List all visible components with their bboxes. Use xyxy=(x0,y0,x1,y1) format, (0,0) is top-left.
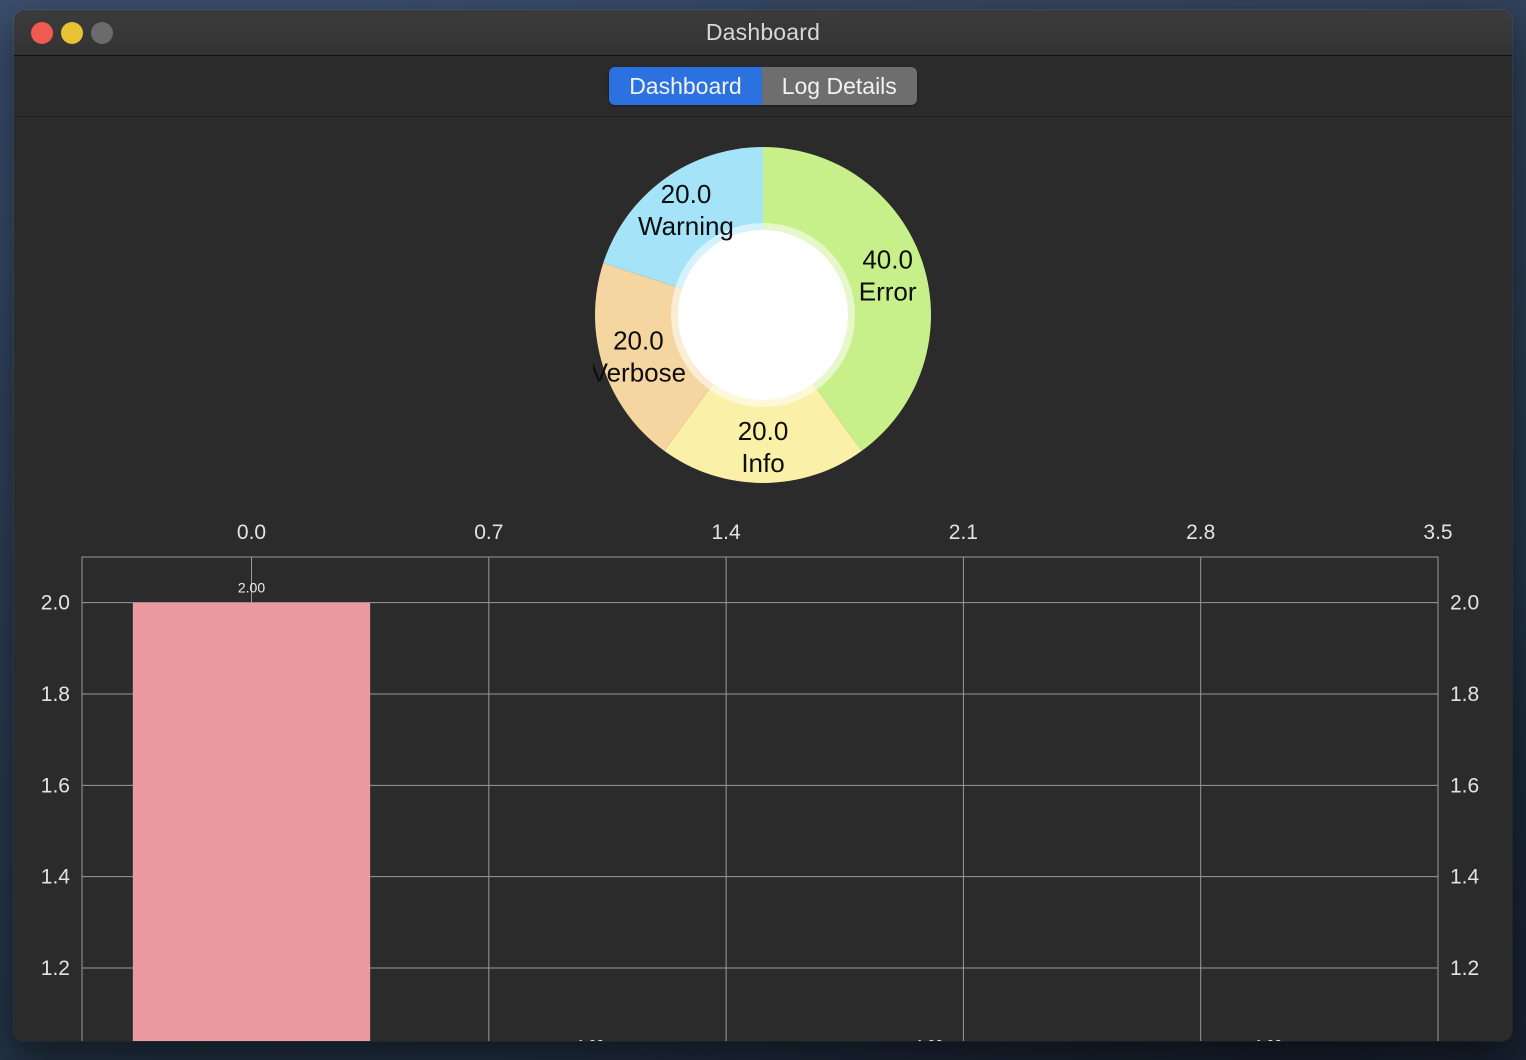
log-level-donut-chart: 40.0 Error 20.0 Info 20.0 Verbose 20.0 Warning xyxy=(593,145,933,485)
tab-bar: Dashboard Log Details xyxy=(14,56,1512,117)
bar-value-verbose: 1.00 xyxy=(916,1036,943,1041)
y-tick-label-left: 2.0 xyxy=(41,592,70,615)
segmented-tab-control: Dashboard Log Details xyxy=(609,67,917,105)
donut-label-info: Info xyxy=(741,448,784,478)
y-axis-tick-labels-right: 1.01.21.41.61.82.0 xyxy=(1450,592,1480,980)
y-tick-label-right: 1.4 xyxy=(1450,866,1480,889)
donut-chart-panel: 40.0 Error 20.0 Info 20.0 Verbose 20.0 Warning xyxy=(14,117,1512,517)
donut-label-error: Error xyxy=(859,277,917,307)
x-tick-label: 1.4 xyxy=(711,521,741,544)
y-tick-label-right: 1.6 xyxy=(1450,774,1479,797)
y-axis-tick-labels-left: 1.01.21.41.61.82.0 xyxy=(41,592,71,980)
bar-value-error: 2.00 xyxy=(238,580,265,596)
minimize-window-button[interactable] xyxy=(61,21,83,44)
window-controls xyxy=(31,21,113,44)
tab-log-details[interactable]: Log Details xyxy=(761,67,917,105)
x-tick-label: 0.0 xyxy=(237,521,266,544)
dashboard-content: 40.0 Error 20.0 Info 20.0 Verbose 20.0 Warning … xyxy=(14,117,1512,1041)
x-tick-label: 3.5 xyxy=(1423,521,1452,544)
log-level-bar-chart: 0.00.71.42.12.83.5 1.01.21.41.61.82.0 1.… xyxy=(14,515,1512,1041)
x-tick-label: 2.1 xyxy=(949,521,978,544)
donut-label-warning: Warning xyxy=(638,211,734,241)
x-tick-label: 0.7 xyxy=(474,521,503,544)
tab-dashboard[interactable]: Dashboard xyxy=(609,67,762,105)
bars xyxy=(132,602,371,1041)
bar-value-warning: 1.00 xyxy=(1255,1036,1282,1041)
donut-value-verbose: 20.0 xyxy=(613,325,664,355)
app-window: Dashboard Dashboard Log Details 40.0 Erro… xyxy=(14,10,1512,1041)
y-tick-label-right: 1.2 xyxy=(1450,957,1479,980)
maximize-window-button[interactable] xyxy=(91,21,113,44)
bar-chart-svg: 0.00.71.42.12.83.5 1.01.21.41.61.82.0 1.… xyxy=(41,521,1480,1041)
bar-value-info: 1.00 xyxy=(577,1036,604,1041)
donut-svg: 40.0Error20.0Info20.0Verbose20.0Warning xyxy=(593,147,932,483)
x-tick-label: 2.8 xyxy=(1186,521,1215,544)
x-axis-tick-labels: 0.0 0.7 1.4 2.1 2.8 3.5 xyxy=(237,521,1453,544)
bar-error[interactable] xyxy=(132,602,371,1041)
bar-value-labels: 2.00 1.00 1.00 1.00 xyxy=(238,580,1282,1041)
title-bar: Dashboard xyxy=(14,10,1512,56)
y-tick-label-left: 1.6 xyxy=(41,774,70,797)
donut-value-error: 40.0 xyxy=(862,245,913,275)
y-tick-label-left: 1.4 xyxy=(41,866,71,889)
donut-value-info: 20.0 xyxy=(738,416,789,446)
y-tick-label-right: 1.8 xyxy=(1450,683,1479,706)
donut-hole xyxy=(678,230,848,400)
y-tick-label-left: 1.2 xyxy=(41,957,70,980)
y-tick-label-right: 2.0 xyxy=(1450,592,1479,615)
donut-label-verbose: Verbose xyxy=(593,357,686,387)
y-tick-label-left: 1.8 xyxy=(41,683,70,706)
window-title: Dashboard xyxy=(705,19,821,45)
close-window-button[interactable] xyxy=(31,21,53,44)
donut-value-warning: 20.0 xyxy=(661,179,712,209)
